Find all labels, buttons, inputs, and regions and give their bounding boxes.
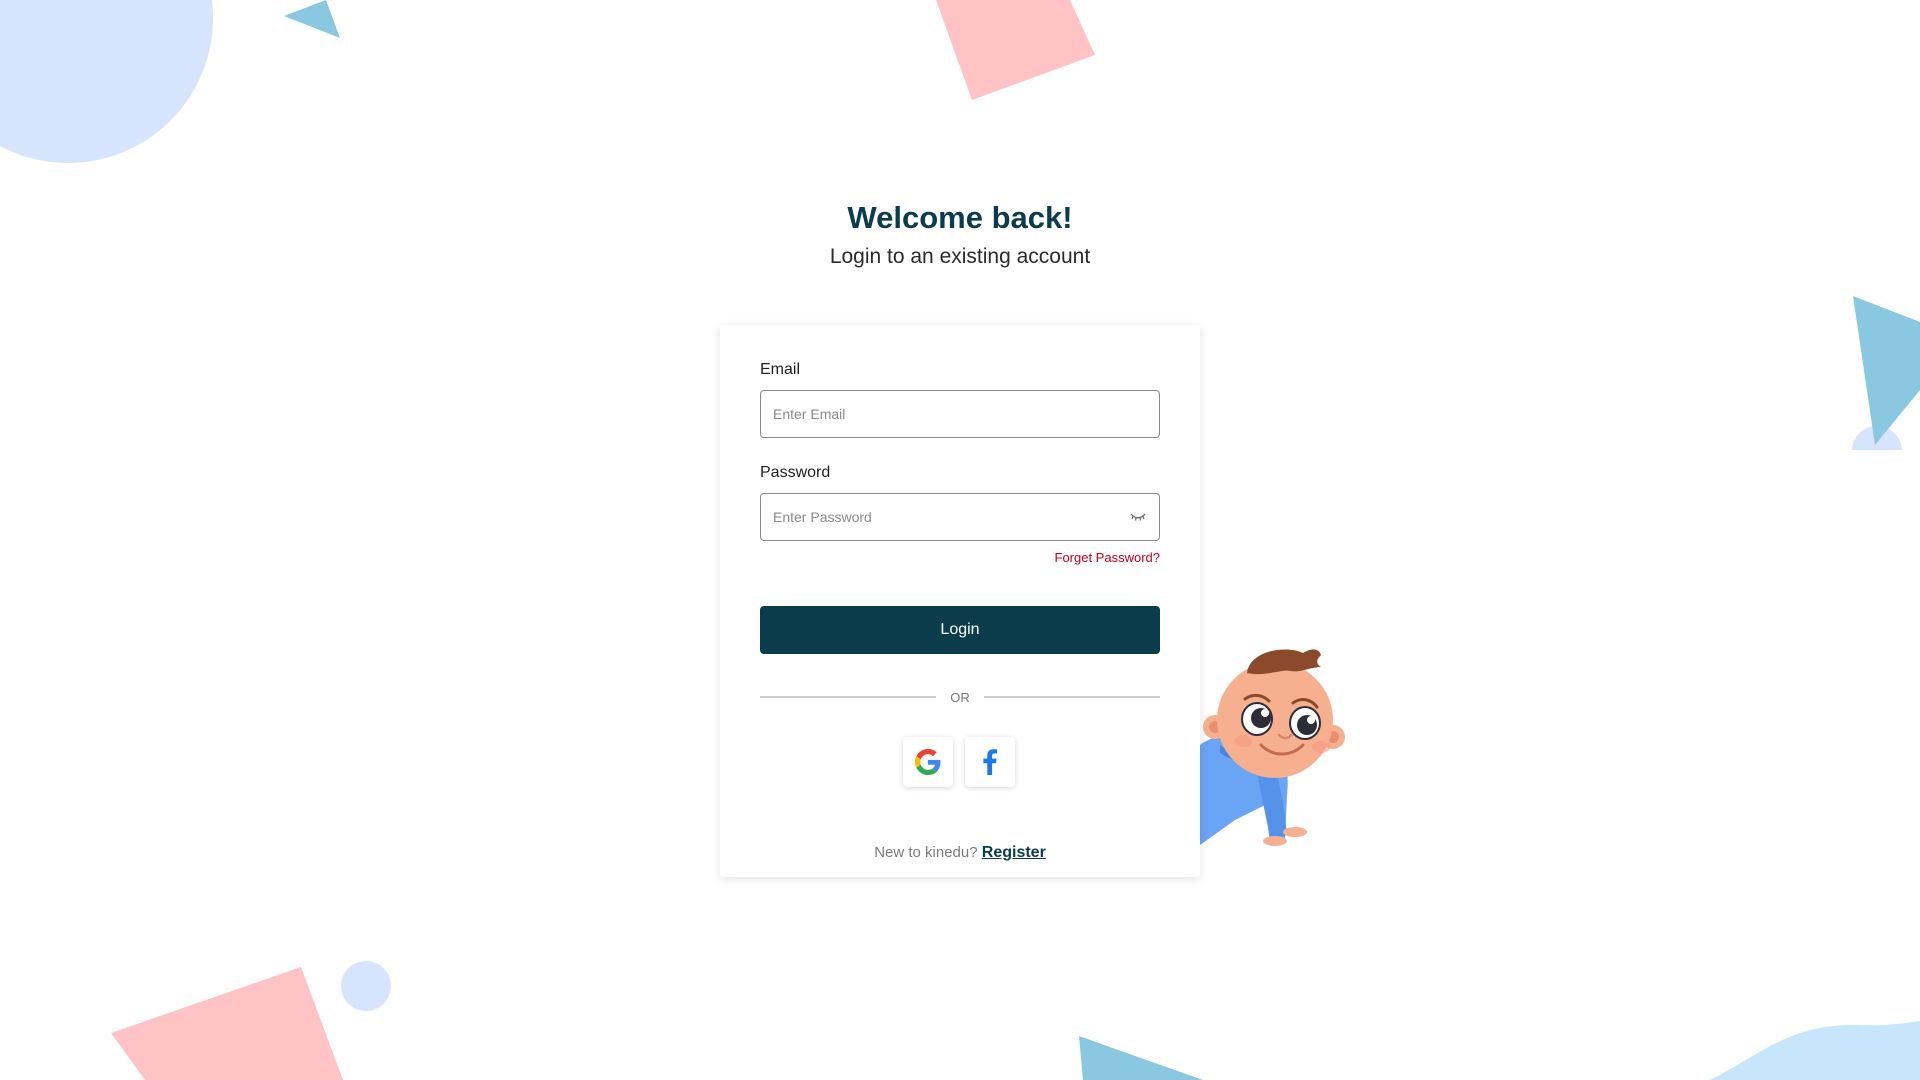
register-prompt-text: New to kinedu? — [874, 844, 978, 861]
divider-line-left — [760, 696, 937, 698]
login-page: Welcome back! Login to an existing accou… — [0, 0, 1920, 1080]
decorative-triangle-bottom — [1079, 1036, 1203, 1080]
eye-closed-icon[interactable] — [1129, 511, 1147, 523]
login-button[interactable]: Login — [760, 606, 1160, 654]
google-login-button[interactable] — [903, 737, 953, 787]
baby-illustration — [1200, 649, 1345, 846]
decorative-wave-bottom-right — [1710, 1021, 1920, 1080]
email-field-container — [760, 390, 1160, 438]
forgot-password-link[interactable]: Forget Password? — [1055, 550, 1161, 565]
email-input[interactable] — [773, 406, 1147, 422]
page-title: Welcome back! — [847, 200, 1073, 235]
facebook-icon — [983, 749, 997, 775]
password-label: Password — [760, 464, 831, 481]
password-field-container — [760, 493, 1160, 541]
page-subtitle: Login to an existing account — [829, 245, 1091, 268]
decorative-square-bottom-left — [111, 967, 343, 1080]
decorative-circle-top-left — [0, 0, 213, 163]
email-label: Email — [760, 361, 801, 378]
decorative-square-top — [936, 0, 1095, 100]
divider-text: OR — [950, 689, 970, 705]
login-card: Email Password Forget Password? Login OR — [720, 325, 1200, 877]
google-icon — [915, 749, 941, 775]
register-link[interactable]: Register — [982, 844, 1046, 861]
or-divider: OR — [760, 689, 1160, 705]
facebook-login-button[interactable] — [965, 737, 1015, 787]
decorative-triangle-right — [1852, 296, 1920, 450]
decorative-triangle-top-left — [284, 0, 340, 38]
divider-line-right — [983, 696, 1160, 698]
password-input[interactable] — [773, 509, 1129, 525]
decorative-circle-bottom-left — [341, 961, 391, 1011]
register-prompt: New to kinedu? Register — [720, 844, 1200, 862]
